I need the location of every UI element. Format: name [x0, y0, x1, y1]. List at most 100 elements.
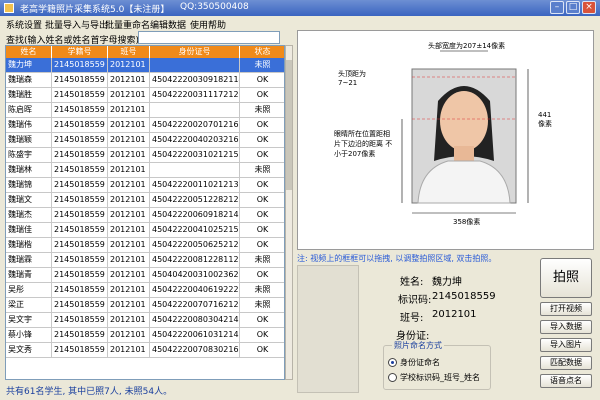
table-row[interactable]: 吴彤 2145018559 2012101 450422200406192220 未照	[6, 283, 284, 298]
cell-name: 魏瑞青	[6, 268, 52, 282]
table-row[interactable]: 魏瑞青 2145018559 2012101 450404200310023628 OK	[6, 268, 284, 283]
cell-name: 魏瑞佳	[6, 223, 52, 237]
table-row[interactable]: 陈启晖 2145018559 2012101 未照	[6, 103, 284, 118]
cell-id-card: 450404200310023628	[150, 268, 240, 282]
cell-name: 梁正	[6, 298, 52, 312]
cell-student-id: 2145018559	[52, 58, 108, 72]
cell-name: 魏瑞霖	[6, 253, 52, 267]
radio-school-code-naming[interactable]	[388, 373, 397, 382]
cell-student-id: 2145018559	[52, 268, 108, 282]
cell-status: OK	[240, 148, 284, 162]
qq-number: QQ:350500408	[180, 2, 249, 12]
table-row[interactable]: 魏瑞伟 2145018559 2012101 450422200207012165 OK	[6, 118, 284, 133]
voice-roll-call-button[interactable]: 语音点名	[540, 374, 592, 388]
cell-status: 未照	[240, 253, 284, 267]
cell-status: OK	[240, 178, 284, 192]
cell-student-id: 2145018559	[52, 148, 108, 162]
cell-id-card: 450422200610312141	[150, 328, 240, 342]
cell-class: 2012101	[108, 133, 150, 147]
cell-status: OK	[240, 268, 284, 282]
table-row[interactable]: 蔡小锋 2145018559 2012101 450422200610312141 OK	[6, 328, 284, 343]
cell-student-id: 2145018559	[52, 238, 108, 252]
title-bar: 老高学籍照片采集系统5.0【未注册】 QQ:350500408 – □ ×	[0, 0, 600, 16]
cell-name: 魏瑞森	[6, 73, 52, 87]
cell-student-id: 2145018559	[52, 103, 108, 117]
cell-name: 蔡小锋	[6, 328, 52, 342]
cell-name: 魏瑞杰	[6, 208, 52, 222]
table-row[interactable]: 魏瑞楷 2145018559 2012101 450422200506252126 OK	[6, 238, 284, 253]
cell-status: 未照	[240, 298, 284, 312]
table-row[interactable]: 梁正 2145018559 2012101 450422200707162127 未照	[6, 298, 284, 313]
cell-name: 吴文宇	[6, 313, 52, 327]
cell-id-card	[150, 103, 240, 117]
cell-class: 2012101	[108, 88, 150, 102]
neck-shape	[454, 146, 474, 161]
menu-bar: 系统设置 批量导入与导出 批量重命名 编辑数据 使用帮助	[0, 16, 600, 31]
table-scrollbar[interactable]	[285, 45, 293, 380]
photo-width-note: 358像素	[453, 218, 481, 226]
cell-status: OK	[240, 193, 284, 207]
cell-id-card: 450422200207012165	[150, 118, 240, 132]
minimize-button[interactable]: –	[550, 1, 564, 14]
radio-id-card-label: 身份证命名	[400, 358, 440, 367]
cell-class: 2012101	[108, 313, 150, 327]
cell-class: 2012101	[108, 343, 150, 357]
table-row[interactable]: 吴文宇 2145018559 2012101 450422200803042141 OK	[6, 313, 284, 328]
import-photo-button[interactable]: 导入图片	[540, 338, 592, 352]
cell-name: 魏瑞伟	[6, 118, 52, 132]
cell-id-card	[150, 163, 240, 177]
cell-class: 2012101	[108, 223, 150, 237]
face-shape	[440, 91, 488, 151]
cell-status: OK	[240, 208, 284, 222]
table-row[interactable]: 魏瑞颖 2145018559 2012101 450422200402032161 OK	[6, 133, 284, 148]
cell-name: 陈盛宇	[6, 148, 52, 162]
cell-student-id: 2145018559	[52, 193, 108, 207]
window-title: 老高学籍照片采集系统5.0【未注册】	[20, 5, 170, 15]
radio-id-card-naming[interactable]	[388, 358, 397, 367]
table-row[interactable]: 魏瑞胜 2145018559 2012101 450422200311172126 OK	[6, 88, 284, 103]
class-value: 2012101	[432, 309, 477, 320]
cell-class: 2012101	[108, 163, 150, 177]
capture-button[interactable]: 拍照	[540, 258, 592, 298]
class-label: 班号:	[400, 313, 424, 324]
table-row[interactable]: 魏瑞霖 2145018559 2012101 450422200812281120 未照	[6, 253, 284, 268]
match-data-button[interactable]: 匹配数据	[540, 356, 592, 370]
import-data-button[interactable]: 导入数据	[540, 320, 592, 334]
cell-status: OK	[240, 133, 284, 147]
table-row[interactable]: 魏瑞杰 2145018559 2012101 450422200609182140 OK	[6, 208, 284, 223]
header-class[interactable]: 班号	[108, 46, 150, 58]
header-id-card[interactable]: 身份证号	[150, 46, 240, 58]
table-row[interactable]: 陈盛宇 2145018559 2012101 450422200310212157 OK	[6, 148, 284, 163]
table-row[interactable]: 魏瑞森 2145018559 2012101 450422200309182114 OK	[6, 73, 284, 88]
student-table[interactable]: 姓名 学籍号 班号 身份证号 状态 魏力坤 2145018559 2012101 未照…	[5, 45, 285, 380]
cell-class: 2012101	[108, 193, 150, 207]
search-input[interactable]	[138, 31, 280, 44]
cell-id-card: 450422200310212157	[150, 148, 240, 162]
table-header: 姓名 学籍号 班号 身份证号 状态	[6, 46, 284, 58]
open-video-button[interactable]: 打开视频	[540, 302, 592, 316]
header-status[interactable]: 状态	[240, 46, 284, 58]
cell-class: 2012101	[108, 178, 150, 192]
scrollbar-thumb[interactable]	[286, 60, 292, 190]
table-row[interactable]: 吴文秀 2145018559 2012101 450422200708302160 OK	[6, 343, 284, 358]
maximize-button[interactable]: □	[566, 1, 580, 14]
cell-id-card: 450422200406192220	[150, 283, 240, 297]
table-row[interactable]: 魏瑞林 2145018559 2012101 未照	[6, 163, 284, 178]
name-label: 姓名:	[400, 277, 424, 288]
cell-id-card: 450422200110212136	[150, 178, 240, 192]
cell-status: OK	[240, 223, 284, 237]
cell-class: 2012101	[108, 148, 150, 162]
cell-id-card: 450422200512282129	[150, 193, 240, 207]
notice-text: 注: 视频上的框框可以拖拽, 以调整拍照区域, 双击拍照。	[297, 254, 497, 263]
camera-preview[interactable]	[297, 265, 359, 393]
close-button[interactable]: ×	[582, 1, 596, 14]
table-row[interactable]: 魏力坤 2145018559 2012101 未照	[6, 58, 284, 73]
table-row[interactable]: 魏瑞文 2145018559 2012101 450422200512282129 OK	[6, 193, 284, 208]
header-student-id[interactable]: 学籍号	[52, 46, 108, 58]
table-row[interactable]: 魏瑞佳 2145018559 2012101 450422200410252156 OK	[6, 223, 284, 238]
header-name[interactable]: 姓名	[6, 46, 52, 58]
cell-class: 2012101	[108, 298, 150, 312]
cell-id-card: 450422200609182140	[150, 208, 240, 222]
table-row[interactable]: 魏瑞锦 2145018559 2012101 450422200110212136 OK	[6, 178, 284, 193]
cell-name: 吴彤	[6, 283, 52, 297]
